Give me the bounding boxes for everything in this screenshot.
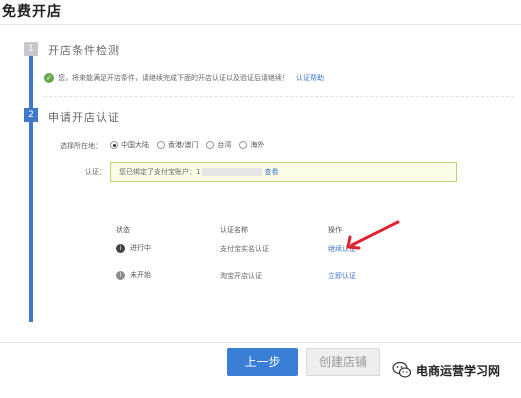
view-account-link[interactable]: 查看 <box>264 167 278 177</box>
redacted-account <box>202 168 263 176</box>
radio-checked-icon[interactable] <box>110 141 118 149</box>
header-name: 认证名称 <box>220 226 248 234</box>
check-message: 您，将来能满足开店条件，请继续完成下面的开店认证以及验证后请继续！ <box>58 74 289 82</box>
step-1-title: 开店条件检测 <box>48 44 120 57</box>
radio-hk-macau[interactable]: 香港/澳门 <box>157 140 198 150</box>
check-circle-icon: ✓ <box>44 73 54 83</box>
wechat-icon <box>392 361 412 378</box>
auth-help-link[interactable]: 认证帮助 <box>296 73 324 83</box>
radio-label: 海外 <box>250 141 265 149</box>
status-text: 进行中 <box>130 244 151 252</box>
step-1-badge: 1 <box>24 42 38 56</box>
info-circle-icon: i <box>116 243 125 253</box>
red-arrow-icon <box>346 220 400 250</box>
footer-divider <box>0 342 521 343</box>
radio-label: 台湾 <box>217 141 232 149</box>
auth-message: 您已绑定了支付宝账户：1 <box>119 168 201 176</box>
radio-taiwan[interactable]: 台湾 <box>206 140 231 150</box>
auth-notice: 您已绑定了支付宝账户：1 查看 <box>110 162 457 182</box>
table-row-name: 淘宝开店认证 <box>220 272 262 280</box>
radio-unchecked-icon[interactable] <box>206 141 215 149</box>
radio-label: 香港/澳门 <box>168 141 199 149</box>
step-timeline <box>29 50 33 322</box>
previous-step-button[interactable]: 上一步 <box>227 348 298 376</box>
page-title: 免费开店 <box>2 4 62 20</box>
watermark: 电商运营学习网 <box>392 360 500 380</box>
radio-mainland[interactable]: 中国大陆 <box>110 140 149 150</box>
radio-overseas[interactable]: 海外 <box>239 140 264 150</box>
location-label: 选择所在地： <box>60 142 102 150</box>
start-auth-link[interactable]: 立即认证 <box>328 271 356 281</box>
step-divider <box>44 96 514 97</box>
create-store-button[interactable]: 创建店铺 <box>306 348 380 376</box>
step-2-badge: 2 <box>24 108 38 122</box>
status-text: 未开始 <box>130 271 151 279</box>
radio-unchecked-icon[interactable] <box>157 141 165 149</box>
table-row-status: ! 未开始 <box>116 270 151 280</box>
header-status: 状态 <box>116 226 130 234</box>
pending-circle-icon: ! <box>116 270 125 280</box>
table-row-name: 支付宝实名认证 <box>220 245 269 253</box>
header-divider <box>0 24 521 25</box>
auth-label: 认证： <box>85 168 106 176</box>
step-2-title: 申请开店认证 <box>48 111 120 124</box>
location-radio-group: 中国大陆 香港/澳门 台湾 海外 <box>110 140 264 150</box>
table-row-status: i 进行中 <box>116 243 151 253</box>
radio-unchecked-icon[interactable] <box>239 141 248 149</box>
radio-label: 中国大陆 <box>121 141 149 149</box>
check-result: ✓ 您，将来能满足开店条件，请继续完成下面的开店认证以及验证后请继续！ 认证帮助 <box>44 72 324 84</box>
watermark-text: 电商运营学习网 <box>416 363 501 378</box>
